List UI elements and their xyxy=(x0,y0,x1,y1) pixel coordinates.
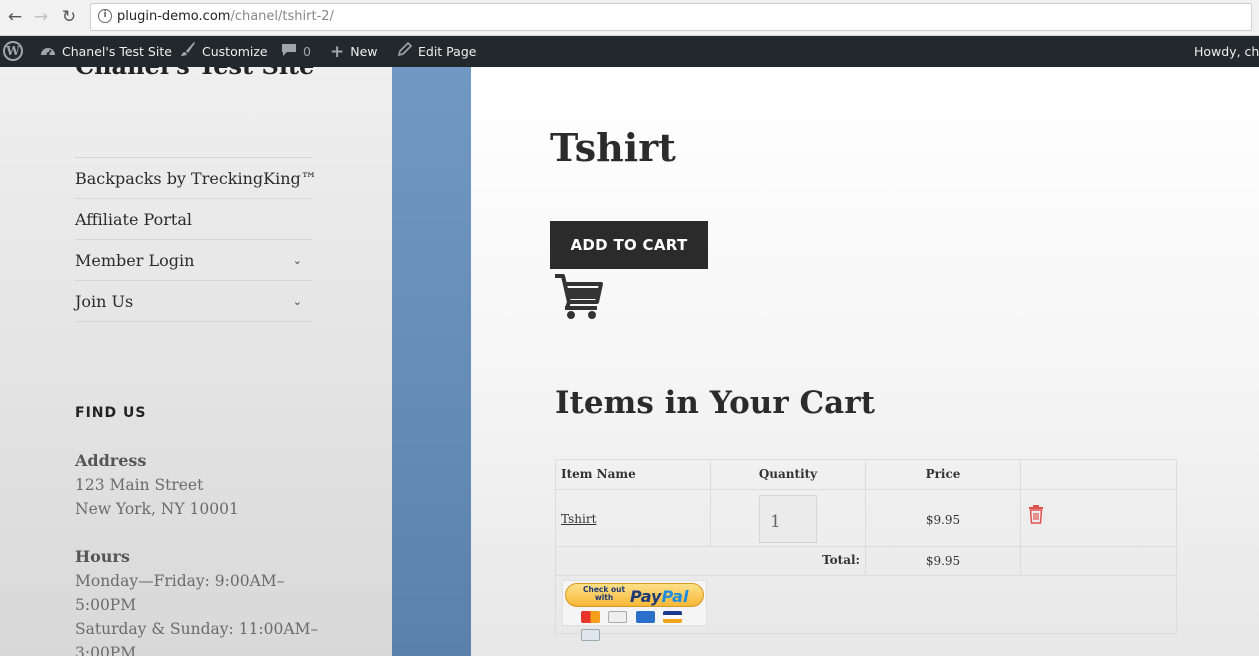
menu-item-label: Backpacks by TreckingKing™ xyxy=(75,169,317,188)
admin-bar-new[interactable]: + New xyxy=(330,36,378,67)
menu-item-label: Affiliate Portal xyxy=(75,210,192,229)
quantity-cell: 1 xyxy=(711,490,866,546)
hours-heading: Hours xyxy=(75,547,130,566)
hours-line-4: 3:00PM xyxy=(75,644,137,656)
menu-item-label: Join Us xyxy=(75,292,134,311)
paypal-checkout-text: Check out with xyxy=(583,586,625,602)
paypal-brand-pal: Pal xyxy=(661,587,689,606)
mastercard-icon xyxy=(581,611,600,623)
wp-admin-bar: W Chanel's Test Site Customize 0 + New Ed… xyxy=(0,36,1259,67)
total-empty xyxy=(1021,547,1176,575)
decorative-strip xyxy=(392,67,471,656)
visa-icon xyxy=(663,611,683,623)
pencil-icon xyxy=(397,37,413,68)
address-block: Address 123 Main Street New York, NY 100… xyxy=(75,449,239,521)
comments-count: 0 xyxy=(303,44,311,59)
admin-bar-comments[interactable]: 0 xyxy=(281,36,311,67)
item-name-link[interactable]: Tshirt xyxy=(561,512,596,526)
site-info-icon[interactable]: i xyxy=(98,9,112,23)
remove-cell xyxy=(1021,490,1176,546)
mouse-cursor-icon xyxy=(608,611,628,623)
quantity-input[interactable]: 1 xyxy=(759,495,817,543)
reload-icon[interactable]: ↻ xyxy=(58,6,80,28)
url-text: plugin-demo.com/chanel/tshirt-2/ xyxy=(117,9,334,24)
comment-bubble-icon xyxy=(281,37,297,68)
admin-bar-customize[interactable]: Customize xyxy=(180,36,268,67)
hours-line-3: Saturday & Sunday: 11:00AM– xyxy=(75,620,319,638)
sidebar-menu: Backpacks by TreckingKing™ Affiliate Por… xyxy=(75,157,317,322)
cart-header-row: Item Name Quantity Price xyxy=(556,460,1176,490)
cart-heading: Items in Your Cart xyxy=(555,385,875,421)
card-logos xyxy=(581,610,706,646)
url-host: plugin-demo.com xyxy=(117,9,231,24)
price-cell: $9.95 xyxy=(866,490,1021,546)
howdy-text: Howdy, cha xyxy=(1194,44,1259,59)
header-quantity: Quantity xyxy=(711,460,866,489)
hours-line-1: Monday—Friday: 9:00AM– xyxy=(75,572,285,590)
page: Chanel's Test Site Backpacks by Trecking… xyxy=(0,67,1259,656)
page-title: Tshirt xyxy=(550,125,676,170)
address-heading: Address xyxy=(75,451,147,470)
total-value: $9.95 xyxy=(866,547,1021,575)
trash-icon[interactable] xyxy=(1028,504,1044,524)
shopping-cart-icon[interactable] xyxy=(553,272,605,324)
hours-line-2: 5:00PM xyxy=(75,596,137,614)
total-label: Total: xyxy=(556,547,866,575)
add-to-cart-button[interactable]: ADD TO CART xyxy=(550,221,708,269)
back-arrow-icon[interactable]: ← xyxy=(4,6,26,28)
url-path: /chanel/tshirt-2/ xyxy=(230,9,334,24)
menu-item-join-us[interactable]: Join Us ⌄ xyxy=(75,281,312,322)
table-row: Tshirt 1 $9.95 xyxy=(556,490,1176,547)
paypal-line-2: with xyxy=(594,593,614,602)
wordpress-logo-icon[interactable]: W xyxy=(3,41,23,61)
brush-icon xyxy=(180,37,196,68)
admin-bar-site-name: Chanel's Test Site xyxy=(62,44,172,59)
menu-item-affiliate-portal[interactable]: Affiliate Portal xyxy=(75,199,312,240)
paypal-brand-pay: Pay xyxy=(630,587,662,606)
header-empty xyxy=(1021,460,1176,489)
hours-block: Hours Monday—Friday: 9:00AM– 5:00PM Satu… xyxy=(75,545,318,656)
admin-bar-new-label: New xyxy=(350,44,378,59)
address-line-1: 123 Main Street xyxy=(75,476,204,494)
main-content: Tshirt ADD TO CART Items in Your Cart It… xyxy=(471,67,1259,656)
checkout-row: Check out with PayPal xyxy=(556,576,1176,641)
chevron-down-icon[interactable]: ⌄ xyxy=(293,240,302,281)
admin-bar-customize-label: Customize xyxy=(202,44,268,59)
address-line-2: New York, NY 10001 xyxy=(75,500,239,518)
paypal-logo: PayPal xyxy=(630,587,688,606)
admin-bar-edit-page-label: Edit Page xyxy=(418,44,477,59)
site-title[interactable]: Chanel's Test Site xyxy=(75,67,314,80)
address-bar[interactable]: i plugin-demo.com/chanel/tshirt-2/ xyxy=(90,3,1252,31)
menu-item-label: Member Login xyxy=(75,251,195,270)
admin-bar-howdy[interactable]: Howdy, cha xyxy=(1194,36,1259,67)
forward-arrow-icon[interactable]: → xyxy=(30,6,52,28)
bank-icon xyxy=(581,629,600,641)
total-row: Total: $9.95 xyxy=(556,547,1176,576)
cart-table: Item Name Quantity Price Tshirt 1 $9.95 xyxy=(555,459,1177,641)
find-us-title: FIND US xyxy=(75,405,147,421)
header-price: Price xyxy=(866,460,1021,489)
menu-item-backpacks[interactable]: Backpacks by TreckingKing™ xyxy=(75,158,317,199)
sidebar: Chanel's Test Site Backpacks by Trecking… xyxy=(0,67,392,656)
admin-bar-site-link[interactable]: Chanel's Test Site xyxy=(40,36,172,67)
browser-toolbar: ← → ↻ i plugin-demo.com/chanel/tshirt-2/ xyxy=(0,0,1259,36)
paypal-checkout-button[interactable]: Check out with PayPal xyxy=(562,580,707,641)
menu-item-member-login[interactable]: Member Login ⌄ xyxy=(75,240,312,281)
admin-bar-edit-page[interactable]: Edit Page xyxy=(397,36,476,67)
chevron-down-icon[interactable]: ⌄ xyxy=(293,281,302,322)
dashboard-icon xyxy=(40,37,56,68)
header-item-name: Item Name xyxy=(556,460,711,489)
amex-icon xyxy=(635,611,655,623)
paypal-pill: Check out with PayPal xyxy=(565,583,704,607)
item-name-cell: Tshirt xyxy=(556,490,711,546)
plus-icon: + xyxy=(330,42,345,62)
